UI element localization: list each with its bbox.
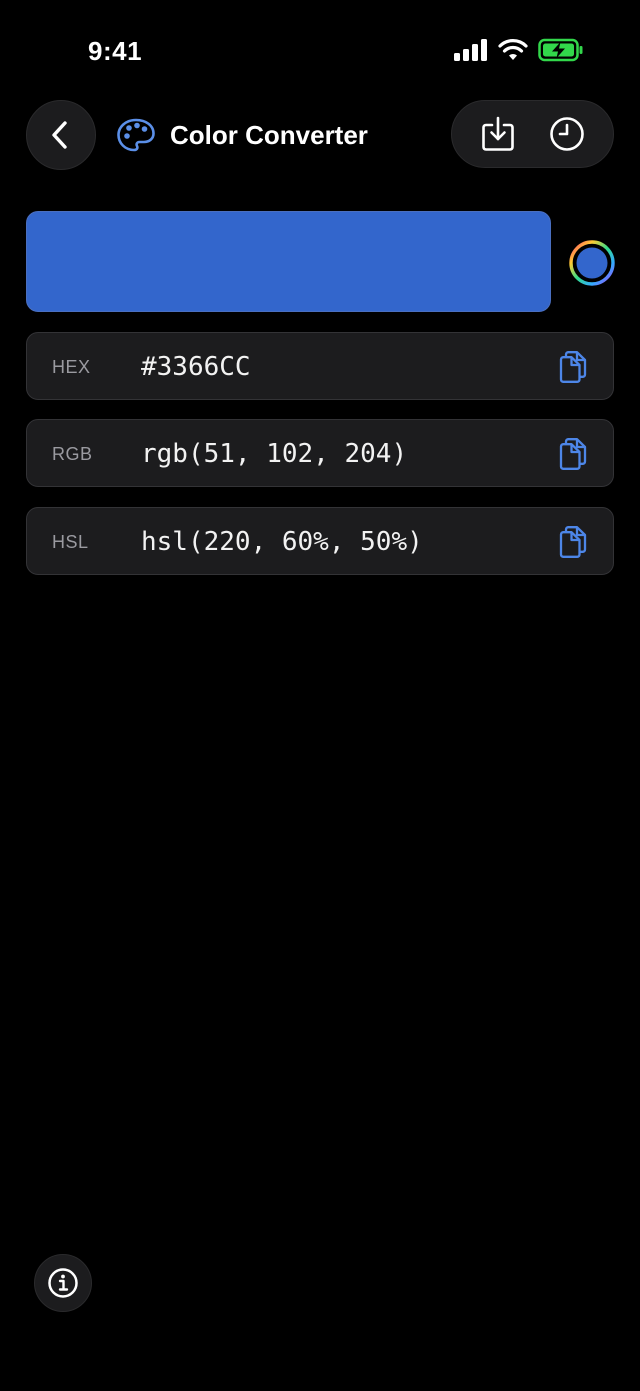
history-button[interactable] — [541, 108, 593, 160]
clock-icon — [549, 117, 584, 151]
color-swatch[interactable] — [26, 211, 551, 312]
color-converter-screen: 9:41 Color Converter HEX #3366CC RGB rgb… — [0, 0, 640, 1391]
copy-icon — [559, 526, 587, 558]
wifi-icon — [498, 39, 528, 60]
battery-charging-icon — [538, 38, 583, 62]
status-time: 9:41 — [88, 36, 143, 66]
hex-row: HEX #3366CC — [26, 332, 614, 400]
export-button[interactable] — [472, 108, 524, 160]
hex-value[interactable]: #3366CC — [141, 333, 251, 401]
info-button[interactable] — [34, 1254, 92, 1312]
color-wheel-icon — [569, 240, 615, 286]
chevron-left-icon — [52, 121, 67, 149]
status-bar: 9:41 — [0, 0, 640, 100]
info-icon — [48, 1268, 78, 1298]
copy-rgb-button[interactable] — [555, 436, 591, 472]
copy-icon — [559, 351, 587, 383]
copy-hex-button[interactable] — [555, 349, 591, 385]
header-actions — [451, 100, 614, 168]
hsl-label: HSL — [52, 532, 89, 552]
copy-icon — [559, 438, 587, 470]
hex-label: HEX — [52, 357, 91, 377]
rgb-label: RGB — [52, 444, 93, 464]
rgb-row: RGB rgb(51, 102, 204) — [26, 419, 614, 487]
title-group: Color Converter — [116, 112, 368, 158]
page-title: Color Converter — [170, 119, 368, 150]
hsl-value[interactable]: hsl(220, 60%, 50%) — [141, 508, 423, 576]
rgb-value[interactable]: rgb(51, 102, 204) — [141, 420, 407, 488]
status-icons — [454, 38, 584, 62]
color-picker-button[interactable] — [568, 239, 616, 287]
copy-hsl-button[interactable] — [555, 524, 591, 560]
back-button[interactable] — [26, 100, 96, 170]
palette-icon — [117, 118, 155, 152]
download-icon — [482, 116, 515, 151]
signal-icon — [454, 39, 487, 61]
hsl-row: HSL hsl(220, 60%, 50%) — [26, 507, 614, 575]
